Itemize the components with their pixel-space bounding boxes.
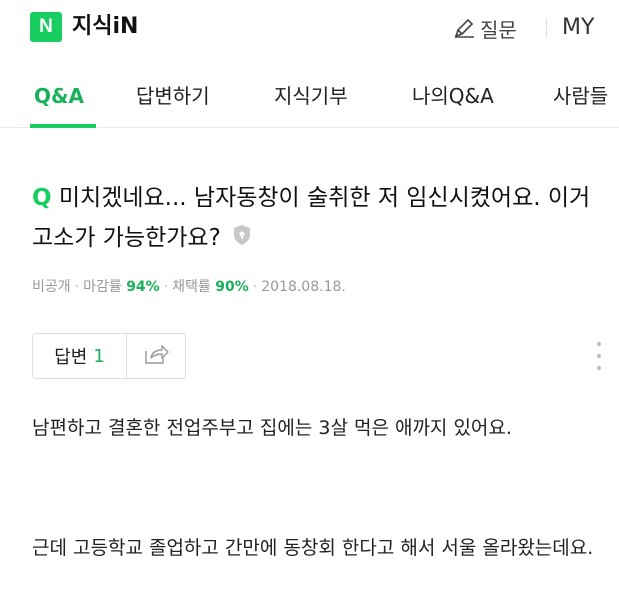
action-buttons: 답변 1 [32,333,186,379]
question-meta: 비공개 · 마감률 94% · 채택률 90% · 2018.08.18. [32,279,346,295]
answer-count-button[interactable]: 답변 1 [33,334,127,378]
adopt-rate: 90% [215,279,249,295]
author: 비공개 [32,279,71,295]
share-button[interactable] [127,334,185,378]
question-body-paragraph-1: 남편하고 결혼한 전업주부고 집에는 3살 먹은 애까지 있어요. [32,417,512,439]
adopt-rate-label: 채택률 [172,279,211,295]
tab-qna[interactable]: Q&A [34,82,84,110]
pencil-icon [452,16,476,40]
more-options-icon[interactable] [596,342,602,370]
tab-bar: Q&A 답변하기 지식기부 나의Q&A 사람들 [0,62,619,128]
private-shield-icon [232,219,252,259]
naver-logo[interactable]: N [30,12,62,42]
question-mark-icon: Q [32,185,52,211]
tab-my-qna[interactable]: 나의Q&A [412,82,494,110]
brand-title[interactable]: 지식iN [72,12,138,42]
ask-label: 질문 [480,17,517,42]
close-rate-label: 마감률 [83,279,122,295]
share-icon [143,343,169,369]
answer-label: 답변 [54,347,88,368]
answer-count: 1 [93,345,105,367]
tab-donate[interactable]: 지식기부 [274,82,348,110]
tab-people[interactable]: 사람들 [553,82,608,110]
ask-question-button[interactable]: 질문 [452,14,517,42]
my-button[interactable]: MY [562,13,594,43]
question-title: Q 미치겠네요... 남자동창이 술취한 저 임신시켰어요. 이거 고소가 가능… [32,178,602,259]
close-rate: 94% [126,279,160,295]
active-tab-indicator [30,124,96,128]
question-body-paragraph-2: 근데 고등학교 졸업하고 간만에 동창회 한다고 해서 서울 올라왔는데요. [32,537,594,559]
header-divider [546,18,547,38]
tab-answer[interactable]: 답변하기 [136,82,210,110]
question-title-text: 미치겠네요... 남자동창이 술취한 저 임신시켰어요. 이거 고소가 가능한가… [32,185,591,251]
top-bar: N 지식iN 질문 MY [0,0,619,62]
question-date: 2018.08.18. [261,279,346,295]
